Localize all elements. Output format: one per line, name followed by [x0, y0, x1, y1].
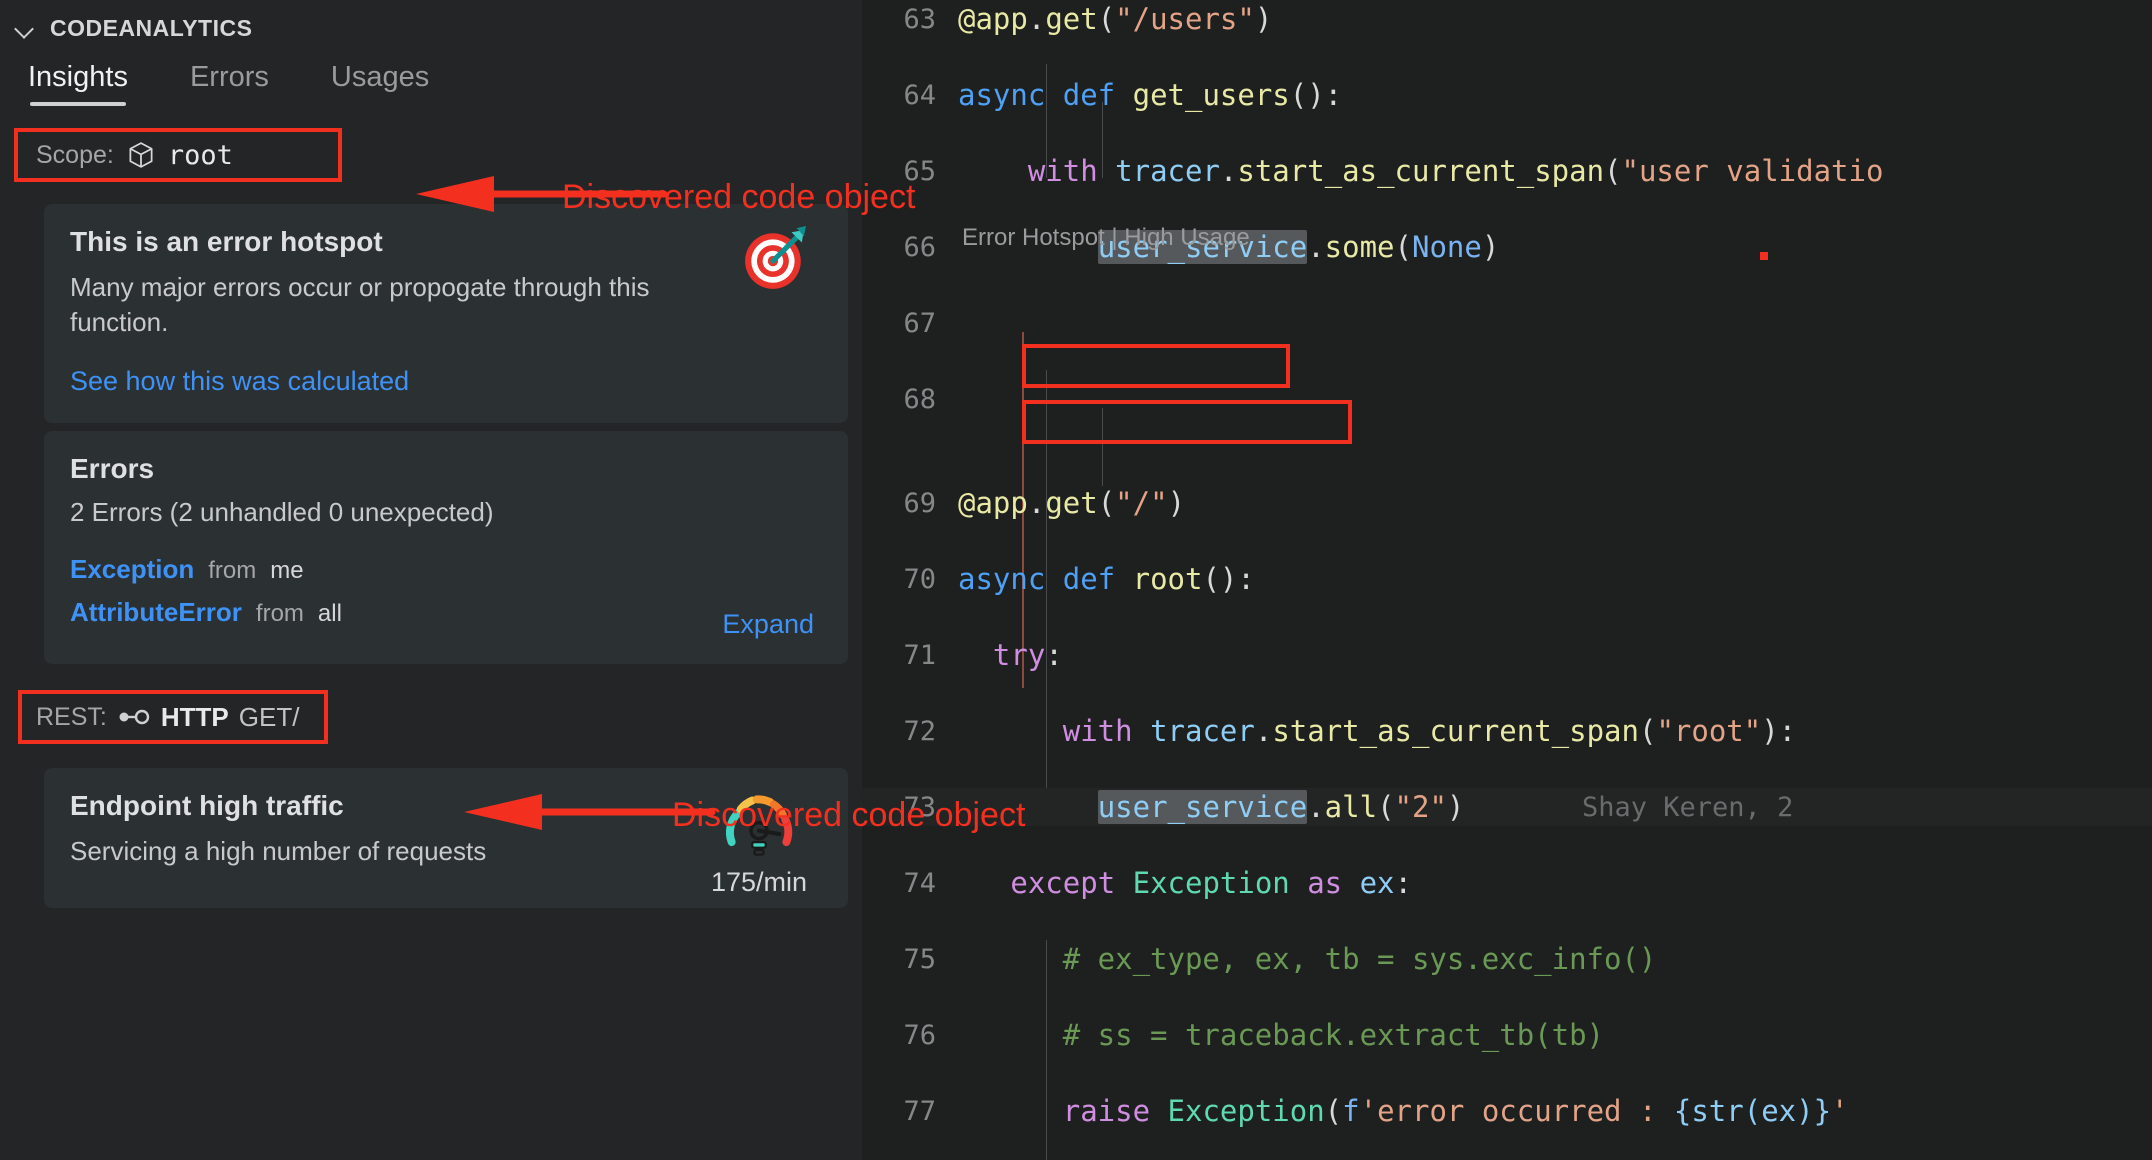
code-line[interactable]: 75 # ex_type, ex, tb = sys.exc_info() [862, 940, 2152, 978]
line-number: 72 [862, 716, 958, 747]
expand-errors-link[interactable]: Expand [722, 609, 814, 640]
app-window: CODEANALYTICS Insights Errors Usages Sco… [0, 0, 2152, 1160]
line-number: 68 [862, 384, 958, 415]
code-line[interactable]: 68 [862, 380, 2152, 418]
rest-route: GET/ [239, 702, 300, 733]
insight-body: Servicing a high number of requests [70, 834, 670, 869]
chevron-down-icon[interactable] [14, 17, 36, 39]
line-content: @app.get("/") [958, 486, 1185, 520]
code-line[interactable]: 74 except Exception as ex: [862, 864, 2152, 902]
line-number: 64 [862, 80, 958, 111]
page-title: CODEANALYTICS [50, 15, 252, 42]
code-line[interactable]: 63 @app.get("/users") [862, 0, 2152, 38]
line-content: @app.get("/users") [958, 2, 1272, 36]
tab-usages[interactable]: Usages [331, 61, 429, 106]
line-number: 69 [862, 488, 958, 519]
endpoint-link-icon [117, 707, 151, 727]
annotation-label-scope: Discovered code object [562, 178, 915, 217]
line-number: 70 [862, 564, 958, 595]
error-row[interactable]: Exception from me [70, 554, 822, 585]
code-line[interactable]: 65 with tracer.start_as_current_span("us… [862, 152, 2152, 190]
errors-card-title: Errors [70, 453, 822, 485]
see-how-calculated-link[interactable]: See how this was calculated [70, 366, 409, 397]
scope-label: Scope: [36, 141, 114, 170]
line-content: # ss = traceback.extract_tb(tb) [958, 1018, 1604, 1052]
line-content: except Exception as ex: [958, 866, 1412, 900]
error-from-label: from [208, 557, 256, 585]
line-content: async def get_users(): [958, 78, 1342, 112]
code-line[interactable]: 72 with tracer.start_as_current_span("ro… [862, 712, 2152, 750]
line-content: with tracer.start_as_current_span("user … [958, 154, 1883, 188]
insight-title: This is an error hotspot [70, 226, 822, 258]
code-line[interactable]: 70 async def root(): [862, 560, 2152, 598]
error-type-link[interactable]: AttributeError [70, 597, 242, 628]
insight-body: Many major errors occur or propogate thr… [70, 270, 670, 340]
code-line[interactable]: 71 try: [862, 636, 2152, 674]
tab-errors[interactable]: Errors [190, 61, 269, 106]
line-number: 66 [862, 232, 958, 263]
code-lens-label[interactable]: Error Hotspot | High Usage [962, 224, 1250, 252]
line-content: async def root(): [958, 562, 1255, 596]
line-number: 75 [862, 944, 958, 975]
code-line[interactable]: 76 # ss = traceback.extract_tb(tb) [862, 1016, 2152, 1054]
gauge-value: 175/min [704, 867, 814, 898]
scope-bar-wrapper: Scope: root [14, 128, 342, 182]
line-number: 77 [862, 1096, 958, 1127]
error-from-label: from [256, 600, 304, 628]
code-line[interactable]: 69 @app.get("/") [862, 484, 2152, 522]
line-content: try: [958, 638, 1063, 672]
rest-protocol: HTTP [161, 702, 229, 733]
target-dartboard-icon [742, 226, 808, 292]
error-type-link[interactable]: Exception [70, 554, 194, 585]
cube-icon [126, 140, 156, 170]
git-blame-annotation: Shay Keren, 2 [1582, 792, 1793, 823]
code-line-active[interactable]: 73 user_service.all("2") Shay Keren, 2 [862, 788, 2152, 826]
error-row[interactable]: AttributeError from all [70, 597, 822, 628]
line-number: 76 [862, 1020, 958, 1051]
indent-guide [1102, 408, 1103, 486]
rest-bar[interactable]: REST: HTTP GET/ [18, 690, 328, 744]
errors-summary: 2 Errors (2 unhandled 0 unexpected) [70, 497, 822, 528]
code-line[interactable]: 64 async def get_users(): [862, 76, 2152, 114]
line-content: with tracer.start_as_current_span("root"… [958, 714, 1796, 748]
insight-card-endpoint-traffic[interactable]: Endpoint high traffic Servicing a high n… [44, 768, 848, 908]
rest-bar-wrapper: REST: HTTP GET/ [18, 690, 328, 744]
panel-tabs: Insights Errors Usages [0, 44, 862, 106]
tab-insights[interactable]: Insights [28, 61, 128, 106]
panel-header: CODEANALYTICS [0, 0, 862, 44]
scope-value: root [168, 140, 233, 171]
line-content: raise Exception(f'error occurred : {str(… [958, 1094, 1849, 1128]
line-number: 63 [862, 4, 958, 35]
code-line[interactable]: 67 [862, 304, 2152, 342]
annotation-label-rest: Discovered code object [672, 796, 1025, 835]
errors-card[interactable]: Errors 2 Errors (2 unhandled 0 unexpecte… [44, 431, 848, 664]
line-content: # ex_type, ex, tb = sys.exc_info() [958, 942, 1656, 976]
rest-label: REST: [36, 703, 107, 732]
line-number: 67 [862, 308, 958, 339]
code-editor[interactable]: 63 @app.get("/users") 64 async def get_u… [862, 0, 2152, 1160]
scope-bar[interactable]: Scope: root [14, 128, 342, 182]
line-number: 71 [862, 640, 958, 671]
code-line[interactable]: 77 raise Exception(f'error occurred : {s… [862, 1092, 2152, 1130]
line-content: user_service.all("2") [958, 790, 1464, 824]
line-number: 74 [862, 868, 958, 899]
error-source: all [318, 600, 342, 628]
error-source: me [270, 557, 303, 585]
insight-card-error-hotspot[interactable]: This is an error hotspot Many major erro… [44, 204, 848, 423]
